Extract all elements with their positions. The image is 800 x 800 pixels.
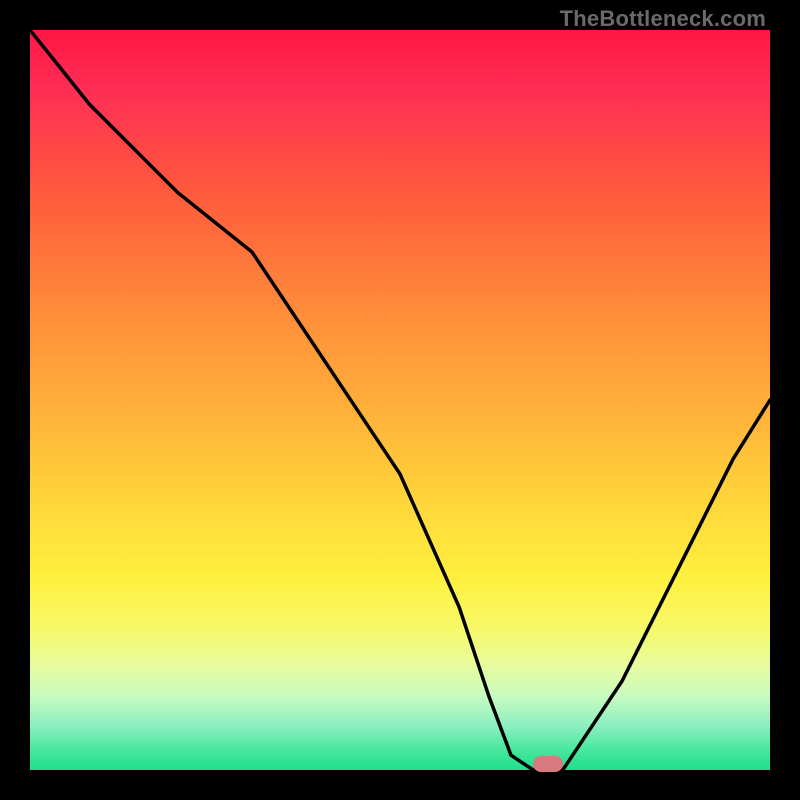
bottleneck-curve bbox=[30, 30, 770, 770]
plot-area bbox=[30, 30, 770, 770]
optimal-marker bbox=[533, 756, 563, 772]
watermark-text: TheBottleneck.com bbox=[560, 6, 766, 32]
